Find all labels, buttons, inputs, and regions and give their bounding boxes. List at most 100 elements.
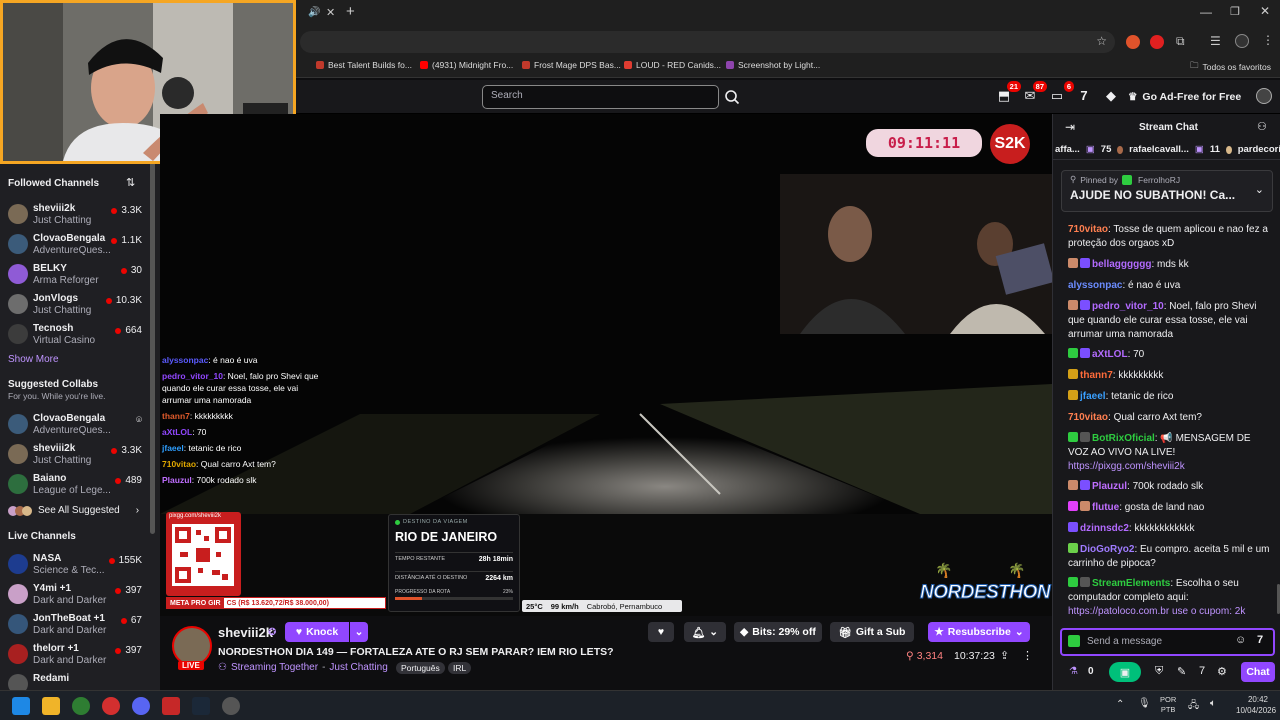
discord-icon[interactable] [132,697,150,715]
bits-button[interactable]: ◆ Bits: 29% off [734,622,822,642]
user-avatar[interactable] [1256,88,1272,104]
followed-channel[interactable]: sheviii2k Just Chatting 3.3K [0,200,150,230]
chat-username[interactable]: dzinnsdc2 [1080,523,1129,534]
seventv-emote-icon[interactable]: 7 [1257,634,1263,646]
chat-username[interactable]: alyssonpac [1068,280,1122,291]
live-channel[interactable]: thelorr +1 Dark and Darker 397 [0,640,150,670]
chat-username[interactable]: 710vitao [1068,412,1108,423]
live-channel[interactable]: JonTheBoat +1 Dark and Darker 67 [0,610,150,640]
shield-icon[interactable]: ⛨ [1155,665,1163,678]
chrome-icon[interactable] [72,697,90,715]
bookmark-item[interactable]: Frost Mage DPS Bas... [522,60,621,70]
sidebar-scrollbar[interactable] [150,114,155,534]
chat-username[interactable]: flutue [1092,502,1119,513]
tab-audio-icon[interactable]: 🔊 [308,7,320,18]
collapse-chat-icon[interactable]: ⇥ [1065,120,1075,134]
microphone-icon[interactable]: 🎙︎ [1138,698,1151,709]
chat-username[interactable]: aXtLOL [1092,349,1128,360]
volume-icon[interactable]: 🔈︎ [1210,698,1216,709]
chat-username[interactable]: jfaeel [1080,391,1106,402]
pinned-message[interactable]: ⚲ Pinned by FerrolhoRJ AJUDE NO SUBATHON! … [1061,170,1273,212]
app-icon[interactable] [162,697,180,715]
suggested-channel[interactable]: Baiano League of Lege... 489 [0,470,150,500]
channel-points[interactable]: ⚗ 0 [1069,666,1094,677]
chat-username[interactable]: pedro_vitor_10 [1092,301,1164,312]
sort-icon[interactable]: ⇅ [126,176,135,189]
inbox-icon[interactable]: ✉ 87 [1022,81,1047,104]
tag-pill[interactable]: Português [396,662,445,674]
gift-sub-button[interactable]: 🎁︎ Gift a Sub [830,622,914,642]
follow-button[interactable]: ♥ [648,622,674,642]
chat-link[interactable]: https://patoloco.com.br use o cupom: 2k [1068,606,1245,617]
knock-button[interactable]: ♥ Knock [285,622,349,642]
channel-name[interactable]: sheviii2k [218,625,273,640]
go-ad-free-button[interactable]: ♛ Go Ad-Free for Free [1128,87,1246,107]
bookmark-star-icon[interactable]: ☆ [1096,34,1107,48]
chat-username[interactable]: bellagggggg [1092,259,1151,270]
pencil-icon[interactable]: ✎ [1177,665,1186,678]
tab-close-icon[interactable]: ✕ [326,6,335,19]
extension-icon[interactable] [1126,35,1140,49]
new-tab-button[interactable]: + [346,3,355,20]
bookmark-item[interactable]: (4931) Midnight Fro... [420,60,513,70]
bits-icon[interactable]: ◆ [1103,88,1119,104]
share-icon[interactable]: ⇪ [1000,649,1009,662]
chat-username[interactable]: Plauzul [1092,481,1127,492]
settings-gear-icon[interactable]: ⚙ [1217,665,1227,678]
chat-input[interactable]: Send a message ☺ 7 [1060,628,1275,656]
bookmark-item[interactable]: Screenshot by Light... [726,60,820,70]
profile-avatar[interactable] [1235,34,1249,48]
minimize-icon[interactable]: — [1200,5,1212,19]
network-icon[interactable]: 🖧︎ [1188,698,1199,715]
file-explorer-icon[interactable] [42,697,60,715]
prediction-button[interactable]: ▣ [1109,662,1141,682]
opera-icon[interactable] [102,697,120,715]
bookmark-item[interactable]: LOUD - RED Canids... [624,60,721,70]
windows-start-icon[interactable] [12,697,30,715]
emote-icon[interactable]: ☺ [1235,634,1246,646]
window-close-icon[interactable]: ✕ [1260,4,1270,18]
suggested-channel[interactable]: sheviii2k Just Chatting 3.3K [0,440,150,470]
language-indicator[interactable]: POR PTB [1160,695,1176,715]
extensions-icon[interactable]: ⧉ [1176,34,1185,49]
live-channel[interactable]: Redami [0,670,150,690]
show-more-link[interactable]: Show More [8,354,59,365]
more-options-icon[interactable]: ⋮ [1022,649,1033,662]
leaderboard-user[interactable]: rafaelcavall... [1129,144,1189,155]
search-button[interactable] [720,85,744,109]
live-channel[interactable]: Y4mi +1 Dark and Darker 397 [0,580,150,610]
chat-link[interactable]: https://pixgg.com/sheviii2k [1068,461,1185,472]
all-favorites-folder[interactable]: 🗀 Todos os favoritos [1190,60,1271,74]
chevron-down-icon[interactable]: ⌄ [1255,183,1264,196]
browser-menu-icon[interactable]: ⋮ [1262,33,1274,47]
whispers-icon[interactable]: ▭ 6 [1049,81,1074,104]
seventv-icon[interactable]: 7 [1199,665,1205,677]
channel-avatar[interactable] [172,626,212,666]
seventv-icon[interactable]: 7 [1076,88,1092,104]
followed-channel[interactable]: JonVlogs Just Chatting 10.3K [0,290,150,320]
tray-chevron-icon[interactable]: ⌃ [1116,699,1124,710]
chat-username[interactable]: StreamElements [1092,578,1170,589]
bookmark-item[interactable]: Best Talent Builds fo... [316,60,412,70]
notifications-button[interactable]: 🔔︎ ⌄ [684,622,726,642]
chat-username[interactable]: 710vitao [1068,224,1108,235]
category-link[interactable]: Streaming Together [231,662,318,673]
chat-username[interactable]: DioGoRyo2 [1080,544,1134,555]
chat-username[interactable]: thann7 [1080,370,1113,381]
clock[interactable]: 20:42 10/04/2026 [1236,694,1276,716]
followed-channel[interactable]: BELKY Arma Reforger 30 [0,260,150,290]
followed-channel[interactable]: ClovaoBengala AdventureQues... 1.1K [0,230,150,260]
video-player[interactable]: 09:11:11 S2K alyssonpac: é nao é uva ped… [160,114,1052,616]
chat-send-button[interactable]: Chat [1241,662,1275,682]
reading-list-icon[interactable]: ☰ [1210,34,1221,48]
chat-users-icon[interactable]: ⚇ [1257,120,1267,133]
steam-icon[interactable] [192,697,210,715]
resubscribe-button[interactable]: ★ Resubscribe ⌄ [928,622,1030,642]
followed-channel[interactable]: Tecnosh Virtual Casino 664 [0,320,150,350]
drops-inventory-icon[interactable]: ⬒ 21 [996,81,1021,104]
search-input[interactable]: Search [482,85,719,109]
knock-dropdown[interactable]: ⌄ [350,622,368,642]
adblock-extension-icon[interactable] [1150,35,1164,49]
obs-icon[interactable] [222,697,240,715]
omnibox[interactable]: ☆ [300,31,1115,53]
